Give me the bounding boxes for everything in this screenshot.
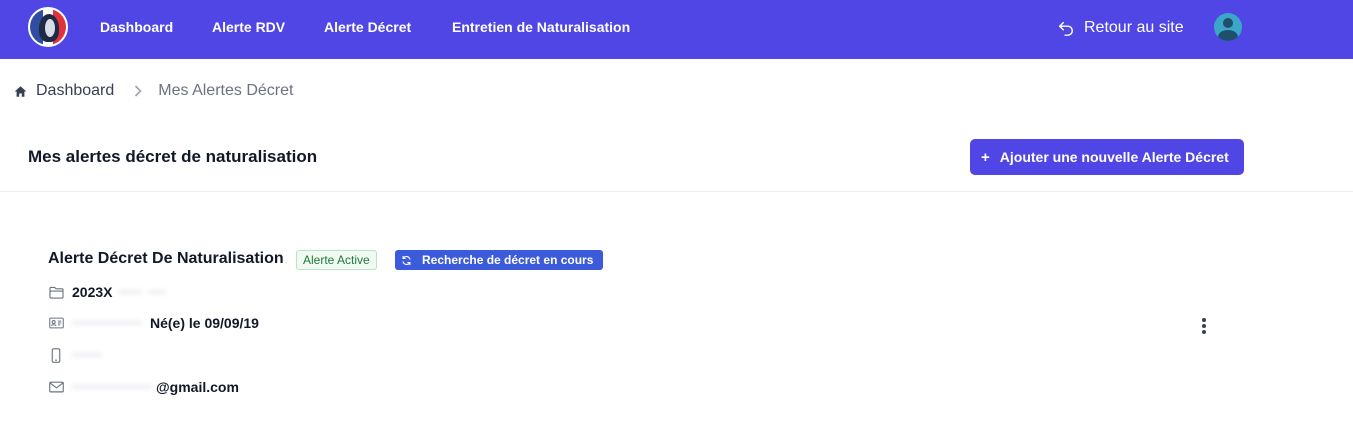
birth-date-text: Né(e) le 09/09/19 bbox=[150, 315, 259, 331]
home-icon bbox=[14, 85, 27, 97]
phone-row bbox=[48, 345, 102, 365]
id-card-icon bbox=[48, 315, 64, 331]
dossier-row: 2023X bbox=[48, 282, 167, 302]
folder-icon bbox=[48, 284, 64, 300]
add-alert-button[interactable]: + Ajouter une nouvelle Alerte Décret bbox=[970, 139, 1244, 175]
more-options-icon[interactable] bbox=[1196, 316, 1212, 336]
nav-alerte-decret[interactable]: Alerte Décret bbox=[324, 19, 411, 35]
mail-icon bbox=[48, 379, 64, 395]
search-status-badge: Recherche de décret en cours bbox=[395, 250, 603, 270]
breadcrumb-current: Mes Alertes Décret bbox=[158, 82, 294, 99]
back-to-site-link[interactable]: Retour au site bbox=[1057, 17, 1184, 39]
undo-arrow-icon bbox=[1058, 21, 1074, 36]
phone-icon bbox=[48, 347, 64, 363]
nav-dashboard[interactable]: Dashboard bbox=[100, 19, 173, 35]
email-text: @gmail.com bbox=[156, 379, 239, 395]
plus-icon: + bbox=[981, 148, 990, 166]
alert-title: Alerte Décret De Naturalisation bbox=[48, 250, 284, 267]
top-navbar: Dashboard Alerte RDV Alerte Décret Entre… bbox=[0, 0, 1353, 59]
dossier-number: 2023X bbox=[72, 284, 113, 300]
refresh-icon bbox=[402, 255, 411, 265]
site-logo[interactable] bbox=[28, 7, 68, 47]
status-badge: Alerte Active bbox=[296, 250, 377, 270]
identity-row: Né(e) le 09/09/19 bbox=[48, 313, 259, 333]
user-avatar[interactable] bbox=[1214, 13, 1242, 41]
email-row: @gmail.com bbox=[48, 377, 239, 397]
breadcrumb-dashboard-link[interactable]: Dashboard bbox=[36, 82, 114, 100]
page-title: Mes alertes décret de naturalisation bbox=[28, 147, 318, 166]
add-alert-button-label: Ajouter une nouvelle Alerte Décret bbox=[999, 149, 1229, 165]
search-status-label: Recherche de décret en cours bbox=[422, 253, 594, 267]
nav-alerte-rdv[interactable]: Alerte RDV bbox=[212, 19, 285, 35]
chevron-right-icon bbox=[134, 85, 142, 97]
breadcrumb: Dashboard Mes Alertes Décret bbox=[14, 81, 293, 101]
nav-entretien-naturalisation[interactable]: Entretien de Naturalisation bbox=[452, 19, 630, 35]
back-to-site-label: Retour au site bbox=[1084, 19, 1184, 36]
section-divider bbox=[0, 191, 1353, 192]
